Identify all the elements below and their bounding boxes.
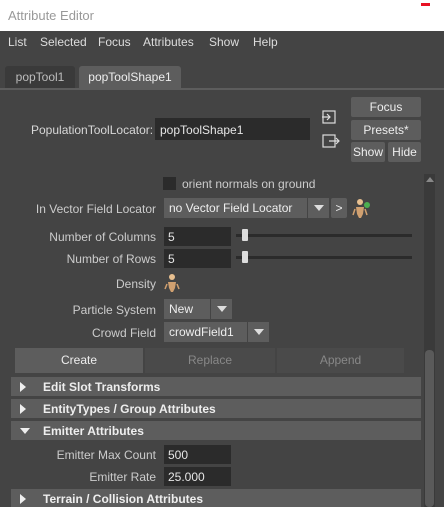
section-emitter-attributes[interactable]: Emitter Attributes [11,421,421,440]
section-title: Edit Slot Transforms [43,380,161,394]
tab-poptool1[interactable]: popTool1 [5,66,75,88]
section-title: Emitter Attributes [43,424,144,438]
menu-selected[interactable]: Selected [40,35,87,49]
section-terrain-collision[interactable]: Terrain / Collision Attributes [11,489,421,507]
rows-slider-track[interactable] [236,256,412,259]
crowd-field-dropdown[interactable]: crowdField1 [164,322,269,342]
menu-list[interactable]: List [8,35,27,49]
create-button[interactable]: Create [15,348,143,373]
orient-normals-label: orient normals on ground [182,177,316,191]
append-button[interactable]: Append [277,348,404,373]
rows-label: Number of Rows [66,252,156,266]
triangle-right-icon [20,404,26,414]
emitter-rate-label: Emitter Rate [89,470,156,484]
show-button[interactable]: Show [351,142,385,162]
dropdown-separator [247,322,248,342]
hide-button[interactable]: Hide [388,142,421,162]
close-button[interactable] [406,0,444,31]
rows-field[interactable]: 5 [164,249,231,268]
scrollbar-thumb[interactable] [425,350,434,507]
node-header: PopulationToolLocator: popToolShape1 Foc… [0,90,444,168]
crowd-field-label: Crowd Field [91,326,156,340]
particle-system-dropdown[interactable]: New [164,299,232,319]
dropdown-separator [210,299,211,319]
columns-label: Number of Columns [49,230,156,244]
window-titlebar: Attribute Editor [0,0,444,31]
particle-system-value: New [169,302,194,316]
vector-field-dropdown[interactable]: no Vector Field Locator [164,198,329,218]
tab-poptoolshape1[interactable]: popToolShape1 [79,66,181,88]
focus-button[interactable]: Focus [351,97,421,117]
vertical-scrollbar[interactable] [424,174,435,507]
node-tabs: popTool1 popToolShape1 [0,52,444,88]
close-accent [421,3,430,6]
triangle-right-icon [20,382,26,392]
menu-help[interactable]: Help [253,35,278,49]
section-title: Terrain / Collision Attributes [43,492,204,506]
rows-slider-handle[interactable] [242,251,248,263]
columns-field[interactable]: 5 [164,227,231,246]
section-edit-slot-transforms[interactable]: Edit Slot Transforms [11,377,421,396]
menu-attributes[interactable]: Attributes [143,35,194,49]
input-connection-icon[interactable] [322,110,340,124]
menu-show[interactable]: Show [209,35,239,49]
vector-field-value: no Vector Field Locator [169,201,293,215]
locator-name-field[interactable]: popToolShape1 [155,118,310,140]
vector-field-nav-button[interactable]: > [331,198,347,218]
replace-button[interactable]: Replace [145,348,275,373]
columns-slider-handle[interactable] [242,229,248,241]
triangle-down-icon [20,428,30,434]
map-node-icon[interactable] [352,197,372,219]
vector-field-label: In Vector Field Locator [35,202,156,216]
triangle-right-icon [20,494,26,504]
chevron-down-icon [254,329,264,335]
emitter-max-count-label: Emitter Max Count [56,448,156,462]
columns-slider-track[interactable] [236,234,412,237]
chevron-down-icon [217,306,227,312]
scroll-up-icon[interactable] [426,177,434,182]
section-title: EntityTypes / Group Attributes [43,402,216,416]
window-title: Attribute Editor [8,8,94,23]
section-entity-types[interactable]: EntityTypes / Group Attributes [11,399,421,418]
output-connection-icon[interactable] [322,134,340,148]
dropdown-separator [307,198,308,218]
presets-button[interactable]: Presets* [351,120,421,140]
emitter-max-count-field[interactable]: 500 [164,445,231,464]
density-label: Density [115,277,156,291]
menu-focus[interactable]: Focus [98,35,131,49]
menu-bar: List Selected Focus Attributes Show Help [0,31,444,52]
orient-normals-checkbox[interactable] [163,177,176,190]
chevron-down-icon [314,205,324,211]
locator-label: PopulationToolLocator: [31,123,154,137]
crowd-field-value: crowdField1 [169,325,234,339]
emitter-rate-field[interactable]: 25.000 [164,467,231,486]
particle-system-label: Particle System [72,303,156,317]
density-map-icon[interactable] [164,273,180,293]
